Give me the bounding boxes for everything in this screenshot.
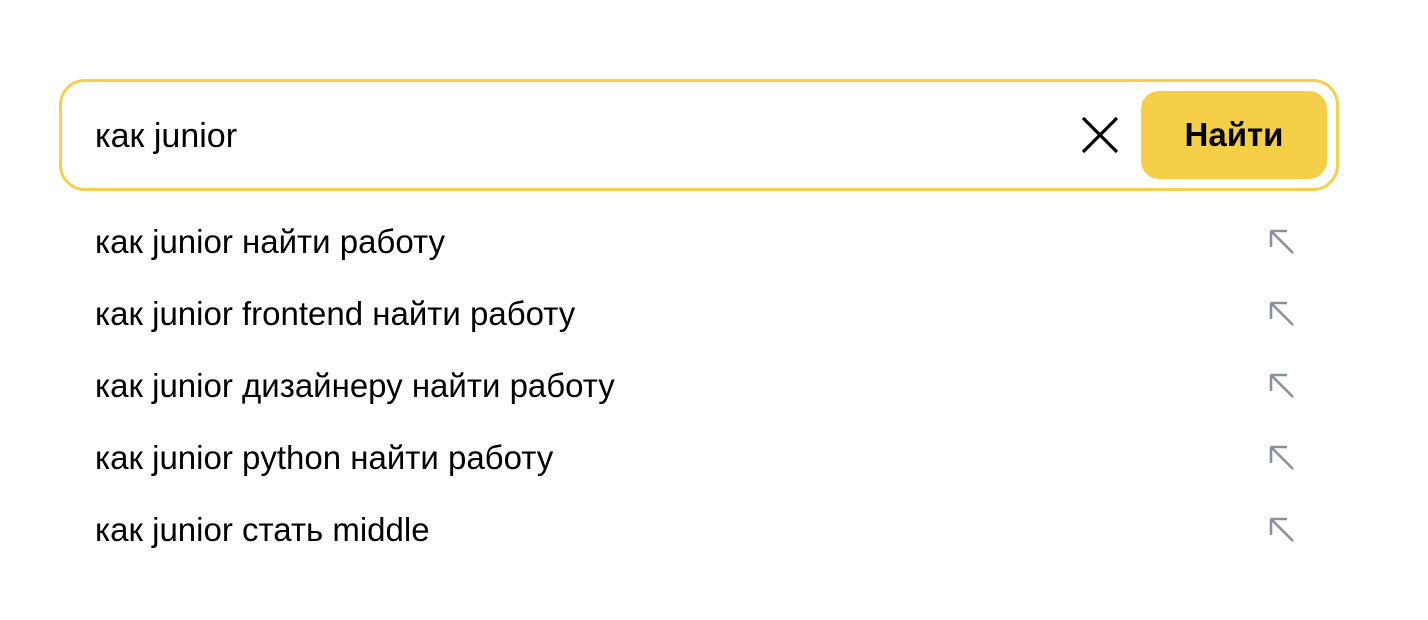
search-box: Найти <box>59 79 1339 191</box>
close-icon <box>1080 115 1120 160</box>
suggestion-text: как junior frontend найти работу <box>95 295 576 332</box>
suggestion-item[interactable]: как junior дизайнеру найти работу <box>95 350 1305 422</box>
clear-button[interactable] <box>1075 112 1125 162</box>
arrow-up-left-icon[interactable] <box>1265 513 1299 547</box>
suggestion-item[interactable]: как junior frontend найти работу <box>95 278 1305 350</box>
arrow-up-left-icon[interactable] <box>1265 297 1299 331</box>
suggestion-text: как junior стать middle <box>95 511 430 548</box>
arrow-up-left-icon[interactable] <box>1265 441 1299 475</box>
search-input[interactable] <box>95 106 1055 166</box>
suggestion-item[interactable]: как junior стать middle <box>95 494 1305 566</box>
suggestion-item[interactable]: как junior python найти работу <box>95 422 1305 494</box>
suggestion-item[interactable]: как junior найти работу <box>95 206 1305 278</box>
suggestion-text: как junior найти работу <box>95 223 445 260</box>
arrow-up-left-icon[interactable] <box>1265 369 1299 403</box>
suggestion-text: как junior дизайнеру найти работу <box>95 367 615 404</box>
arrow-up-left-icon[interactable] <box>1265 225 1299 259</box>
suggestion-text: как junior python найти работу <box>95 439 554 476</box>
suggestion-list: как junior найти работу как junior front… <box>95 206 1305 566</box>
search-button[interactable]: Найти <box>1141 91 1327 179</box>
